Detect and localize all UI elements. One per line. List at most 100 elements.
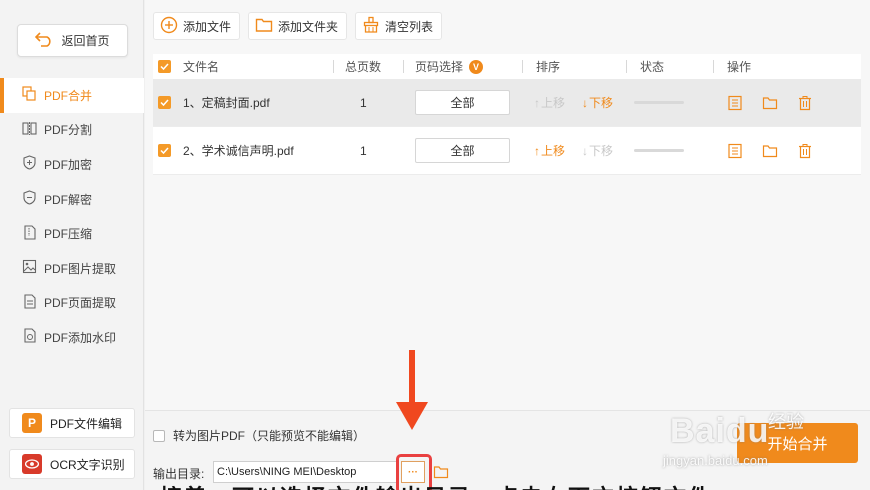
sidebar-nav: PDF合并 PDF分割 PDF加密 PDF解密 PDF压缩 PDF图片提取 PD… (0, 78, 144, 355)
sidebar-item-label: PDF加密 (44, 157, 93, 172)
sidebar-item-pdf-encrypt[interactable]: PDF加密 (0, 147, 144, 182)
row-page-select[interactable]: 全部 (415, 79, 510, 126)
page-select-button[interactable]: 全部 (415, 138, 510, 163)
status-progress-bar (634, 149, 684, 152)
select-all-checkbox[interactable] (158, 54, 171, 79)
move-up-button[interactable]: ↑ 上移 (534, 127, 565, 174)
watermark-url: jingyan.baidu.com (663, 453, 768, 468)
row-checkbox[interactable] (158, 79, 171, 126)
sidebar-item-label: PDF分割 (44, 123, 93, 138)
row-checkbox[interactable] (158, 127, 171, 174)
ocr-promo-button[interactable]: OCR文字识别 (9, 449, 135, 479)
convert-image-pdf-checkbox[interactable] (153, 429, 165, 442)
pdf-editor-logo-icon: P (22, 413, 42, 433)
page-extract-icon (22, 294, 37, 312)
toolbar: 添加文件 添加文件夹 清空列表 (153, 12, 443, 40)
sidebar-item-label: PDF图片提取 (44, 261, 117, 276)
back-home-label: 返回首页 (61, 34, 110, 48)
arrow-down-icon: ↓ (582, 95, 588, 110)
convert-image-pdf-label: 转为图片PDF（只能预览不能编辑） (173, 429, 366, 443)
header-filename: 文件名 (183, 60, 220, 74)
promo-label: OCR文字识别 (50, 457, 125, 472)
watermark-icon (22, 328, 37, 346)
compress-icon (22, 225, 37, 243)
open-folder-icon[interactable] (762, 127, 778, 174)
row-filename: 1、定稿封面.pdf (183, 96, 270, 110)
lock-shield-icon (22, 155, 37, 173)
plus-circle-icon (160, 16, 178, 37)
row-status (634, 79, 684, 126)
header-divider (713, 60, 714, 73)
watermark-cn: 经验 (768, 412, 804, 432)
move-down-label: 下移 (589, 144, 614, 158)
pdf-editor-promo-button[interactable]: P PDF文件编辑 (9, 408, 135, 438)
return-arrow-icon (35, 31, 53, 50)
move-up-button[interactable]: ↑ 上移 (534, 79, 565, 126)
arrow-up-icon: ↑ (534, 95, 540, 110)
move-up-label: 上移 (541, 144, 566, 158)
delete-trash-icon[interactable] (797, 79, 813, 126)
table-header: 文件名 总页数 页码选择 V 排序 状态 操作 (153, 54, 861, 79)
preview-icon[interactable] (727, 79, 743, 126)
header-divider (333, 60, 334, 73)
header-page-select: 页码选择 V (415, 54, 484, 79)
sidebar-item-label: PDF压缩 (44, 227, 93, 242)
sidebar: 返回首页 PDF合并 PDF分割 PDF加密 PDF解密 PDF压缩 PDF图片… (0, 0, 144, 490)
sidebar-item-label: PDF添加水印 (44, 330, 117, 345)
sidebar-item-pdf-page-extract[interactable]: PDF页面提取 (0, 286, 144, 321)
header-page-select-label: 页码选择 (415, 60, 464, 74)
header-divider (626, 60, 627, 73)
header-actions: 操作 (727, 60, 752, 74)
sidebar-item-label: PDF页面提取 (44, 296, 117, 311)
move-down-button[interactable]: ↓ 下移 (582, 79, 613, 126)
sidebar-item-pdf-image-extract[interactable]: PDF图片提取 (0, 251, 144, 286)
row-filename: 2、学术诚信声明.pdf (183, 144, 294, 158)
arrow-down-icon: ↓ (582, 143, 588, 158)
delete-trash-icon[interactable] (797, 127, 813, 174)
clear-list-label: 清空列表 (385, 19, 434, 34)
add-file-label: 添加文件 (183, 19, 232, 34)
move-down-label: 下移 (589, 96, 614, 110)
watermark-brand: Baidu (670, 412, 770, 450)
header-pages: 总页数 (345, 60, 382, 74)
back-home-button[interactable]: 返回首页 (17, 24, 128, 57)
unlock-shield-icon (22, 190, 37, 208)
ocr-eye-icon (22, 454, 42, 474)
table-row[interactable]: 2、学术诚信声明.pdf 1 全部 ↑ 上移 ↓ 下移 (153, 127, 861, 175)
header-divider (522, 60, 523, 73)
move-down-button[interactable]: ↓ 下移 (582, 127, 613, 174)
table-row[interactable]: 1、定稿封面.pdf 1 全部 ↑ 上移 ↓ 下移 (153, 79, 861, 127)
sidebar-item-label: PDF解密 (44, 192, 93, 207)
folder-icon (255, 16, 273, 37)
row-pages: 1 (360, 95, 367, 110)
convert-image-pdf-option[interactable]: 转为图片PDF（只能预览不能编辑） (153, 427, 365, 444)
page-select-button[interactable]: 全部 (415, 90, 510, 115)
promo-label: PDF文件编辑 (50, 416, 123, 431)
header-sort: 排序 (536, 60, 561, 74)
vip-badge-icon: V (469, 59, 484, 74)
open-folder-icon[interactable] (762, 79, 778, 126)
row-status (634, 127, 684, 174)
image-extract-icon (22, 259, 37, 277)
sidebar-item-pdf-merge[interactable]: PDF合并 (0, 78, 144, 113)
sidebar-item-pdf-watermark[interactable]: PDF添加水印 (0, 320, 144, 355)
sidebar-item-label: PDF合并 (44, 88, 93, 103)
red-arrow-icon (396, 350, 428, 430)
tutorial-caption: 接着，可以选择文件输出目录，点击右下方按钮文件 (160, 480, 712, 490)
preview-icon[interactable] (727, 127, 743, 174)
add-folder-button[interactable]: 添加文件夹 (248, 12, 348, 40)
split-icon (22, 121, 37, 139)
row-page-select[interactable]: 全部 (415, 127, 510, 174)
header-status: 状态 (640, 60, 665, 74)
sidebar-item-pdf-split[interactable]: PDF分割 (0, 113, 144, 148)
sidebar-item-pdf-decrypt[interactable]: PDF解密 (0, 182, 144, 217)
arrow-up-icon: ↑ (534, 143, 540, 158)
header-divider (403, 60, 404, 73)
add-file-button[interactable]: 添加文件 (153, 12, 241, 40)
add-folder-label: 添加文件夹 (278, 19, 339, 34)
status-progress-bar (634, 101, 684, 104)
row-pages: 1 (360, 143, 367, 158)
clear-list-button[interactable]: 清空列表 (355, 12, 443, 40)
sidebar-item-pdf-compress[interactable]: PDF压缩 (0, 216, 144, 251)
broom-icon (362, 16, 380, 37)
